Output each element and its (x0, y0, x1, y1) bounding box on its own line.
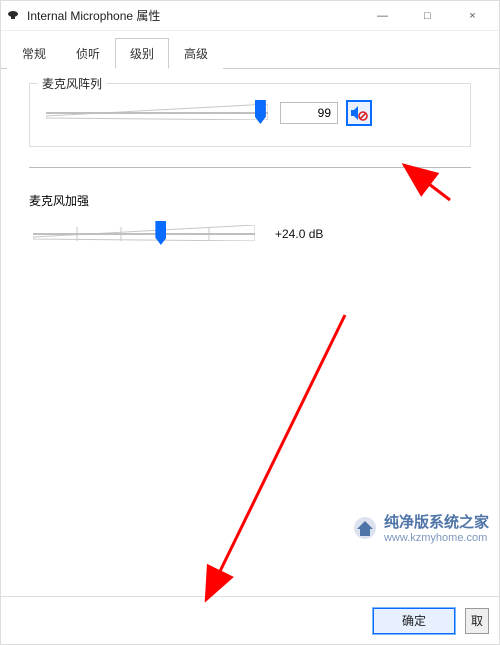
mic-array-thumb[interactable] (255, 100, 266, 124)
mic-array-group: 麦克风阵列 99 (29, 83, 471, 147)
properties-dialog: Internal Microphone 属性 — □ × 常规 侦听 级别 高级… (0, 0, 500, 645)
dialog-footer: 确定 取 (1, 596, 499, 644)
window-title: Internal Microphone 属性 (27, 7, 360, 24)
close-button[interactable]: × (450, 2, 495, 30)
mic-boost-value: +24.0 dB (275, 227, 323, 241)
mute-button[interactable] (346, 100, 372, 126)
watermark-url: www.kzmyhome.com (384, 532, 489, 544)
mic-boost-label: 麦克风加强 (29, 192, 471, 209)
mic-boost-thumb[interactable] (155, 221, 166, 245)
tab-advanced[interactable]: 高级 (169, 38, 223, 69)
mic-array-value[interactable]: 99 (280, 102, 338, 124)
mic-array-slider[interactable] (42, 98, 272, 128)
mic-boost-group: 麦克风加强 +24.0 dB (29, 192, 471, 259)
window-controls: — □ × (360, 2, 495, 30)
ok-button[interactable]: 确定 (373, 608, 455, 634)
watermark-logo-icon (352, 515, 378, 541)
mic-array-label: 麦克风阵列 (38, 75, 106, 92)
watermark-name: 纯净版系统之家 (384, 514, 489, 531)
tabs: 常规 侦听 级别 高级 (1, 31, 499, 69)
divider (29, 167, 471, 168)
speaker-muted-icon (350, 104, 368, 122)
tab-general[interactable]: 常规 (7, 38, 61, 69)
titlebar[interactable]: Internal Microphone 属性 — □ × (1, 1, 499, 31)
minimize-button[interactable]: — (360, 2, 405, 30)
watermark: 纯净版系统之家 www.kzmyhome.com (352, 511, 489, 544)
tab-listen[interactable]: 侦听 (61, 38, 115, 69)
mic-boost-slider[interactable] (29, 219, 259, 249)
tab-content-levels: 麦克风阵列 99 (1, 69, 499, 596)
tab-levels[interactable]: 级别 (115, 38, 169, 69)
microphone-icon (5, 8, 21, 24)
cancel-button[interactable]: 取 (465, 608, 489, 634)
maximize-button[interactable]: □ (405, 2, 450, 30)
